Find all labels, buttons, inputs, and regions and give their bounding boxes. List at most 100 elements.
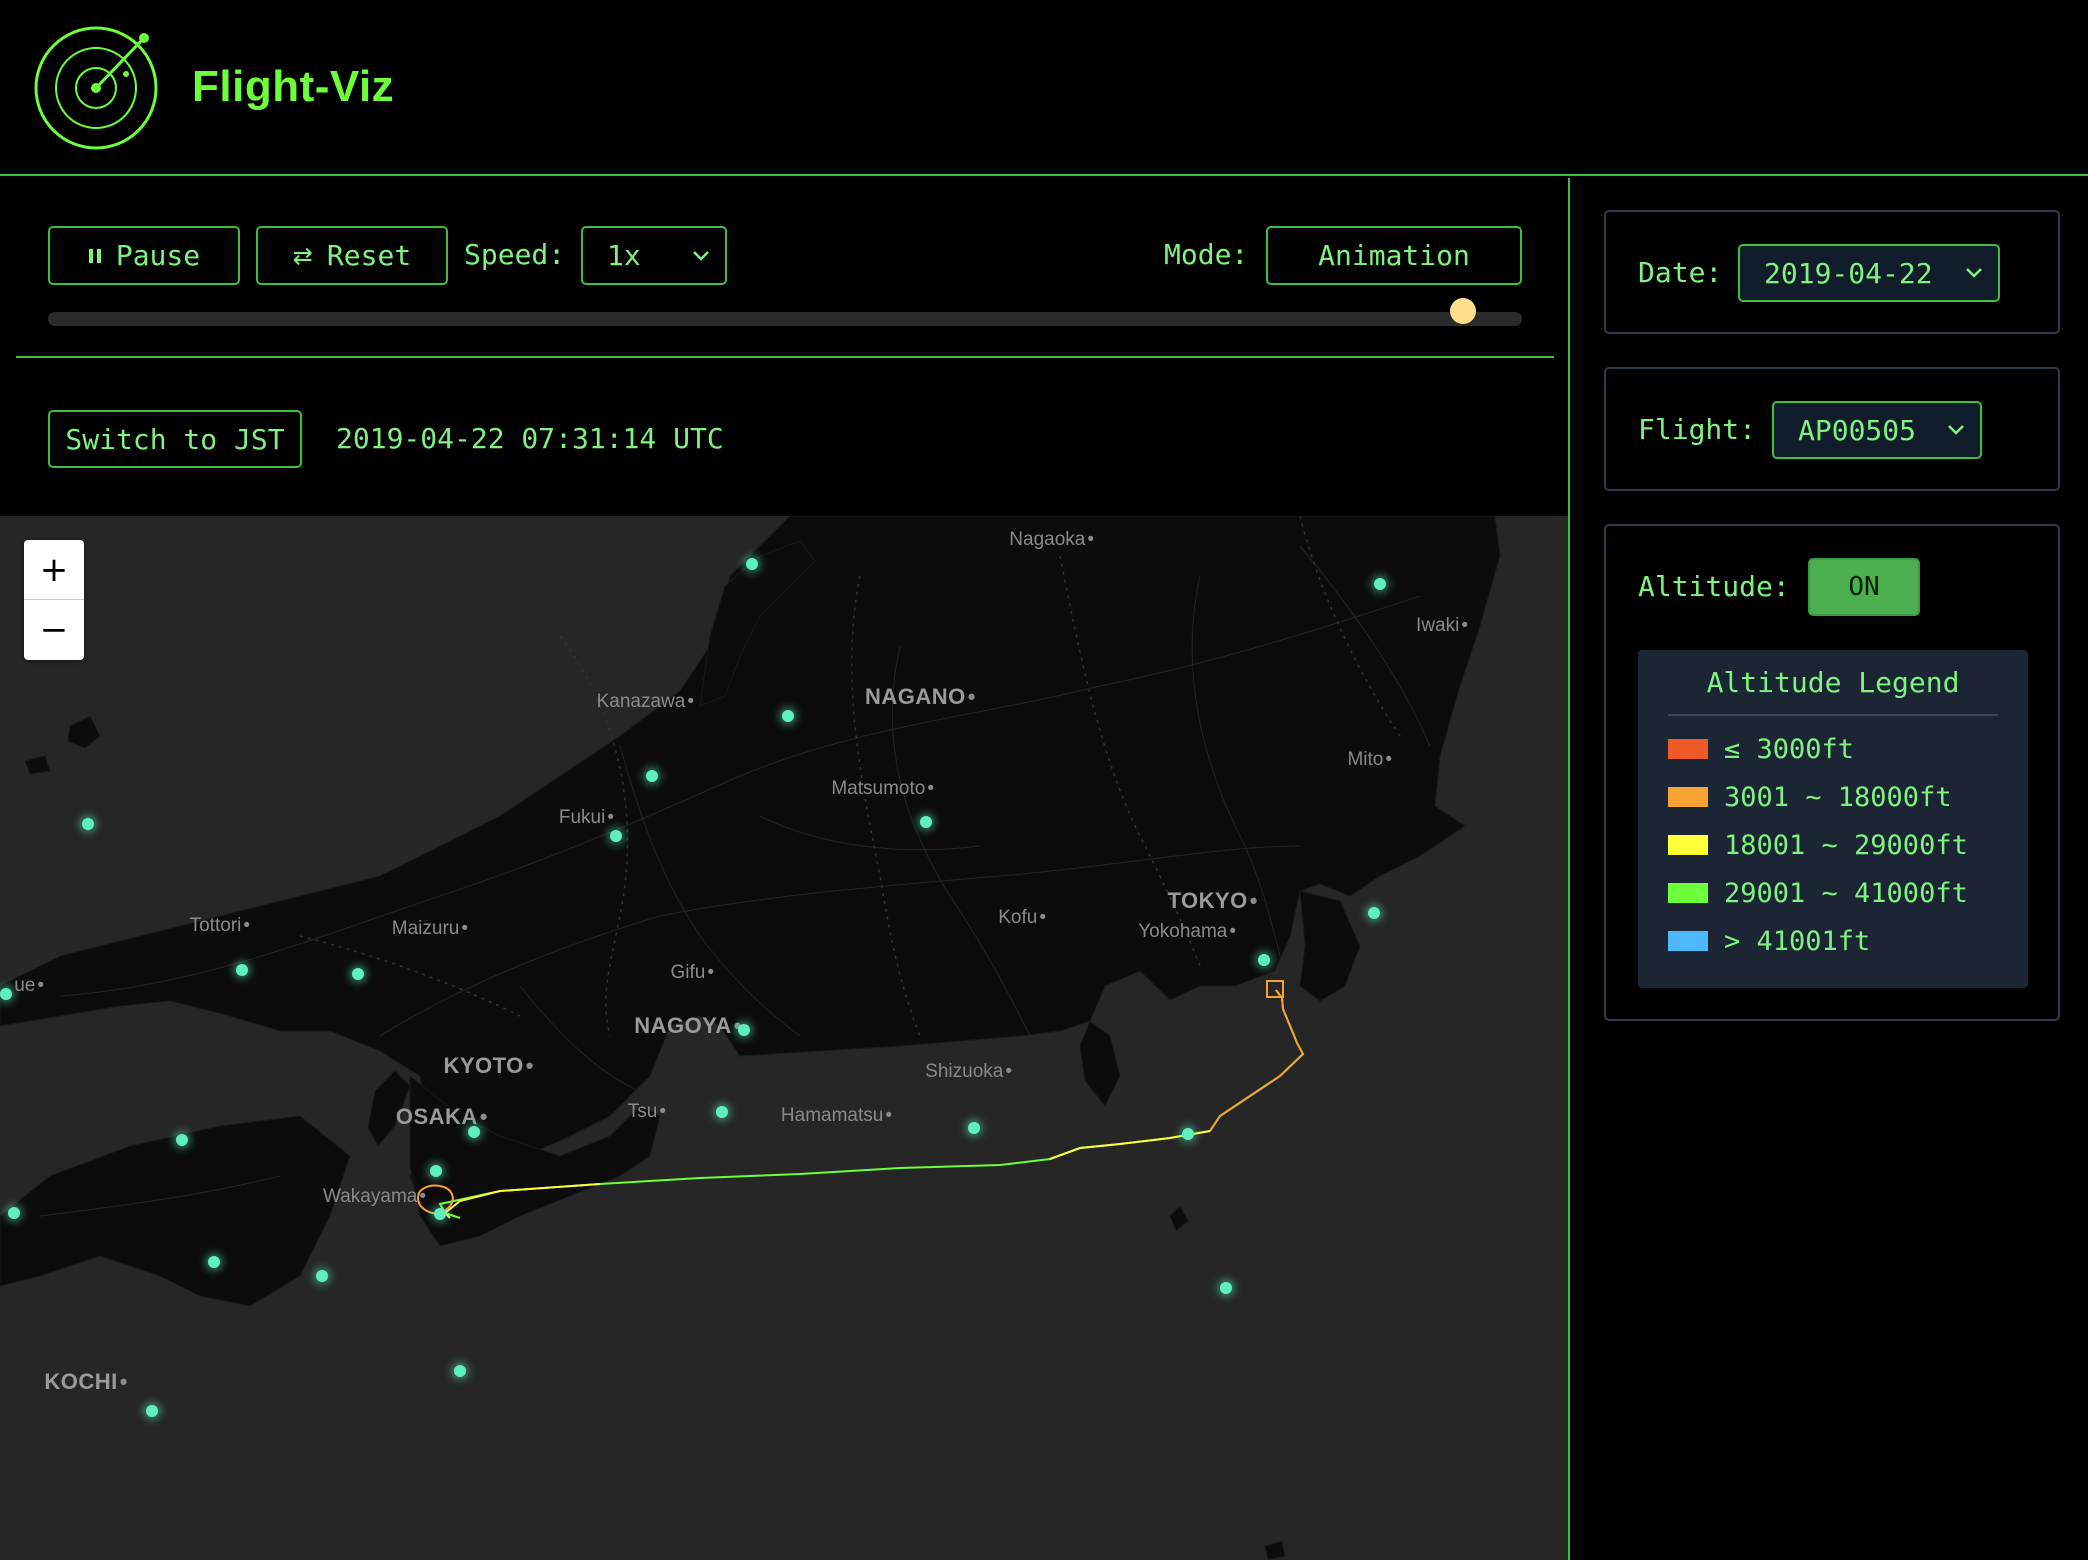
map-city-label: ue [14,975,44,997]
airport-marker[interactable] [646,770,658,782]
airport-marker[interactable] [1258,954,1270,966]
map-city-label: Yokohama [1138,921,1236,943]
legend-swatch [1668,787,1708,807]
airport-marker[interactable] [1374,578,1386,590]
playback-controls: Pause ⇄ Reset Speed: 1x Mode: Animation [16,178,1554,358]
sidebar: Date: 2019-04-22 Flight: AP00505 Altitud… [1572,178,2088,1560]
zoom-in-button[interactable]: + [24,540,84,600]
altitude-label: Altitude: [1638,570,1790,603]
date-value: 2019-04-22 [1764,256,1933,290]
airport-marker[interactable] [782,710,794,722]
legend-swatch [1668,931,1708,951]
airport-marker[interactable] [316,1270,328,1282]
pause-label: Pause [115,239,201,272]
airport-marker[interactable] [176,1134,188,1146]
radar-logo-icon [34,26,158,150]
flight-label: Flight: [1638,413,1757,446]
legend-item: > 41001ft [1668,925,1871,957]
map-city-label: TOKYO [1167,888,1258,914]
airport-marker[interactable] [716,1106,728,1118]
flight-card: Flight: AP00505 [1604,367,2060,491]
airport-marker[interactable] [82,818,94,830]
map-city-label: Matsumoto [831,778,934,800]
reset-label: Reset [326,239,412,272]
legend-item-label: ≤ 3000ft [1724,733,1855,765]
airport-marker[interactable] [8,1207,20,1219]
map-city-label: KOCHI [44,1369,128,1395]
pause-icon [88,248,101,263]
date-card: Date: 2019-04-22 [1604,210,2060,334]
zoom-control: + − [24,540,84,660]
airport-marker[interactable] [738,1024,750,1036]
chevron-down-icon [1966,268,1982,278]
altitude-legend: Altitude Legend ≤ 3000ft 3001 ~ 18000ft … [1638,650,2028,988]
map-city-label: Shizuoka [925,1061,1012,1083]
flight-map[interactable]: Nagaoka Iwaki Kanazawa NAGANO Mito Matsumoto F… [0,516,1568,1560]
reset-button[interactable]: ⇄ Reset [256,226,448,285]
legend-item-label: > 41001ft [1724,925,1871,957]
legend-divider [1668,714,1998,716]
airport-marker[interactable] [454,1365,466,1377]
altitude-toggle[interactable]: ON [1808,558,1920,616]
airport-marker[interactable] [468,1126,480,1138]
airport-marker[interactable] [434,1208,446,1220]
main-panel: Pause ⇄ Reset Speed: 1x Mode: Animation … [0,178,1570,1560]
map-city-label: Mito [1347,749,1392,771]
legend-swatch [1668,739,1708,759]
mode-button[interactable]: Animation [1266,226,1522,285]
legend-item: 18001 ~ 29000ft [1668,829,1968,861]
airport-marker[interactable] [146,1405,158,1417]
altitude-card: Altitude: ON Altitude Legend ≤ 3000ft 30… [1604,524,2060,1021]
airport-marker[interactable] [430,1165,442,1177]
speed-value: 1x [607,239,641,272]
flight-select[interactable]: AP00505 [1772,401,1982,459]
airport-marker[interactable] [352,968,364,980]
map-city-label: Nagaoka [1009,529,1094,551]
airport-marker[interactable] [1182,1128,1194,1140]
airport-marker[interactable] [1368,907,1380,919]
zoom-out-button[interactable]: − [24,600,84,660]
airport-marker[interactable] [1220,1282,1232,1294]
playback-slider-track[interactable] [48,312,1522,326]
map-city-label: Maizuru [392,918,468,940]
airport-marker[interactable] [208,1256,220,1268]
time-row: Switch to JST 2019-04-22 07:31:14 UTC [0,360,1568,514]
legend-item: 3001 ~ 18000ft [1668,781,1952,813]
airport-marker[interactable] [920,816,932,828]
airport-marker[interactable] [968,1122,980,1134]
map-city-label: Wakayama [323,1186,426,1208]
legend-swatch [1668,883,1708,903]
current-time: 2019-04-22 07:31:14 UTC [336,422,724,455]
legend-item-label: 18001 ~ 29000ft [1724,829,1968,861]
map-city-label: Hamamatsu [781,1105,892,1127]
map-basemap [0,516,1501,1560]
flight-value: AP00505 [1798,413,1917,447]
map-city-label: Kofu [998,907,1046,929]
map-city-label: Gifu [670,962,714,984]
map-city-label: NAGOYA [634,1013,742,1039]
swap-arrows-icon: ⇄ [292,241,313,270]
airport-marker[interactable] [0,988,12,1000]
chevron-down-icon [1948,425,1964,435]
airport-marker[interactable] [236,964,248,976]
map-city-label: Iwaki [1416,615,1468,637]
date-select[interactable]: 2019-04-22 [1738,244,2000,302]
chevron-down-icon [693,250,709,261]
map-city-label: KYOTO [443,1053,534,1079]
app-title: Flight-Viz [192,62,395,111]
app-header: Flight-Viz [0,0,2088,176]
map-city-label: Tsu [628,1101,666,1123]
date-label: Date: [1638,256,1723,289]
airport-marker[interactable] [746,558,758,570]
switch-timezone-button[interactable]: Switch to JST [48,410,302,468]
mode-label: Mode: [1164,238,1249,271]
legend-item: ≤ 3000ft [1668,733,1855,765]
playback-slider-thumb[interactable] [1450,298,1477,324]
airport-marker[interactable] [610,830,622,842]
legend-item-label: 29001 ~ 41000ft [1724,877,1968,909]
legend-title: Altitude Legend [1706,666,1960,699]
legend-item-label: 3001 ~ 18000ft [1724,781,1952,813]
speed-label: Speed: [464,238,566,271]
speed-select[interactable]: 1x [581,226,727,285]
pause-button[interactable]: Pause [48,226,240,285]
